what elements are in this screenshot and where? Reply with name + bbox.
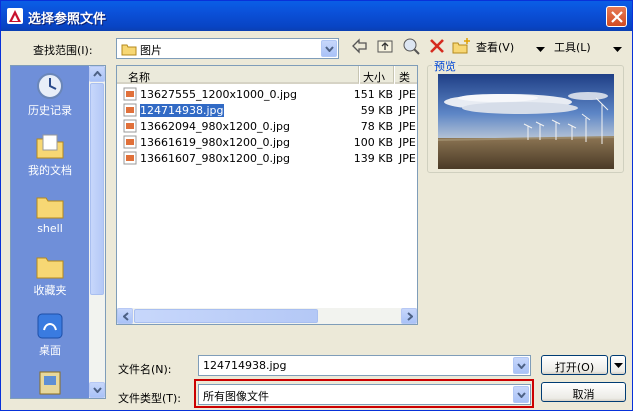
- tools-dropdown-icon[interactable]: [613, 43, 622, 56]
- column-type-header[interactable]: 类: [395, 66, 417, 84]
- new-folder-icon: [452, 38, 470, 54]
- folder-icon: [36, 257, 64, 279]
- file-name: 13661619_980x1200_0.jpg: [140, 136, 291, 149]
- up-folder-button[interactable]: [376, 37, 394, 57]
- delete-button[interactable]: [428, 37, 446, 57]
- tools-menu[interactable]: 工具(L): [554, 39, 591, 55]
- dialog-title: 选择参照文件: [28, 12, 107, 27]
- back-arrow-icon: [352, 38, 367, 54]
- file-name: 124714938.jpg: [139, 103, 225, 118]
- filename-label: 文件名(N):: [118, 363, 172, 376]
- folder-icon: [121, 42, 137, 59]
- preview-label: 预览: [432, 58, 458, 74]
- file-size: 59 KB: [360, 104, 393, 117]
- search-web-icon: [403, 38, 420, 55]
- folder-icon: [36, 197, 64, 219]
- file-type: JPE: [399, 136, 416, 149]
- scroll-thumb[interactable]: [134, 309, 318, 323]
- place-label: 桌面: [39, 344, 61, 357]
- preview-image: [437, 74, 615, 169]
- chevron-down-icon[interactable]: [513, 386, 529, 403]
- chevron-down-icon: [614, 363, 623, 368]
- history-icon: [37, 73, 63, 99]
- search-web-button[interactable]: [402, 37, 420, 57]
- column-size-header[interactable]: 大小: [360, 66, 394, 84]
- app-icon: [7, 8, 23, 24]
- file-list[interactable]: 名称 大小 类 13627555_1200x1000_0.jpg 151 KB …: [116, 65, 418, 325]
- back-button[interactable]: [350, 37, 368, 57]
- views-menu[interactable]: 查看(V): [476, 39, 514, 55]
- file-type: JPE: [399, 120, 416, 133]
- desktop-icon: [37, 313, 63, 339]
- file-size: 139 KB: [353, 152, 393, 165]
- place-label: 我的文档: [28, 164, 72, 177]
- places-bar: 历史记录 我的文档 shell 收藏夹 桌面: [10, 65, 106, 399]
- column-name-header[interactable]: 名称: [117, 66, 359, 84]
- file-row[interactable]: 13661607_980x1200_0.jpg 139 KB JPE: [121, 150, 417, 166]
- scroll-thumb[interactable]: [90, 83, 104, 295]
- image-file-icon: [123, 151, 137, 168]
- views-dropdown-icon[interactable]: [536, 43, 545, 56]
- new-folder-button[interactable]: [452, 37, 472, 57]
- lookin-value: 图片: [140, 44, 162, 57]
- lookin-label: 查找范围(I):: [33, 44, 93, 57]
- place-label: shell: [37, 222, 63, 235]
- file-name: 13627555_1200x1000_0.jpg: [140, 88, 298, 101]
- cancel-button[interactable]: 取消: [541, 382, 626, 402]
- file-size: 78 KB: [360, 120, 393, 133]
- filetype-select[interactable]: 所有图像文件: [198, 384, 531, 405]
- network-icon: [39, 371, 61, 395]
- scroll-down-button[interactable]: [89, 382, 105, 398]
- place-desktop[interactable]: 桌面: [11, 310, 89, 358]
- file-type: JPE: [399, 104, 416, 117]
- open-button[interactable]: 打开(O): [541, 355, 608, 375]
- filetype-label: 文件类型(T):: [118, 392, 182, 405]
- title-bar[interactable]: 选择参照文件: [1, 1, 632, 31]
- places-scrollbar[interactable]: [89, 66, 105, 398]
- file-row[interactable]: 13661619_980x1200_0.jpg 100 KB JPE: [121, 134, 417, 150]
- scroll-right-button[interactable]: [401, 308, 417, 324]
- place-label: 历史记录: [28, 104, 72, 117]
- place-shell[interactable]: shell: [11, 190, 89, 235]
- chevron-down-icon[interactable]: [321, 40, 337, 57]
- lookin-combo[interactable]: 图片: [116, 38, 339, 59]
- file-size: 100 KB: [353, 136, 393, 149]
- open-options-button[interactable]: [610, 355, 626, 375]
- file-type: JPE: [399, 152, 416, 165]
- up-folder-icon: [377, 40, 393, 53]
- close-button[interactable]: [606, 6, 627, 27]
- place-favorites[interactable]: 收藏夹: [11, 250, 89, 298]
- open-button-label: 打开(O): [554, 361, 595, 374]
- place-more[interactable]: [11, 370, 89, 398]
- file-row[interactable]: 13627555_1200x1000_0.jpg 151 KB JPE: [121, 86, 417, 102]
- close-icon: [611, 11, 623, 23]
- place-history[interactable]: 历史记录: [11, 70, 89, 118]
- select-reference-file-dialog: 选择参照文件 查找范围(I): 图片 查看(V) 工具(L) 历史记录 我的文档…: [0, 0, 633, 411]
- chevron-down-icon[interactable]: [513, 357, 529, 374]
- filename-value: 124714938.jpg: [203, 359, 287, 372]
- scroll-up-button[interactable]: [89, 66, 105, 82]
- file-name: 13661607_980x1200_0.jpg: [140, 152, 291, 165]
- file-name: 13662094_980x1200_0.jpg: [140, 120, 291, 133]
- delete-icon: [430, 39, 444, 53]
- filetype-value: 所有图像文件: [203, 390, 269, 403]
- file-row-selected[interactable]: 124714938.jpg 59 KB JPE: [121, 102, 417, 118]
- filename-input[interactable]: 124714938.jpg: [198, 355, 531, 376]
- scroll-left-button[interactable]: [117, 308, 133, 324]
- place-my-documents[interactable]: 我的文档: [11, 130, 89, 178]
- file-list-hscrollbar[interactable]: [117, 308, 417, 324]
- my-documents-icon: [36, 134, 64, 159]
- cancel-button-label: 取消: [572, 388, 595, 401]
- file-size: 151 KB: [353, 88, 393, 101]
- file-row[interactable]: 13662094_980x1200_0.jpg 78 KB JPE: [121, 118, 417, 134]
- file-type: JPE: [399, 88, 416, 101]
- place-label: 收藏夹: [33, 284, 67, 297]
